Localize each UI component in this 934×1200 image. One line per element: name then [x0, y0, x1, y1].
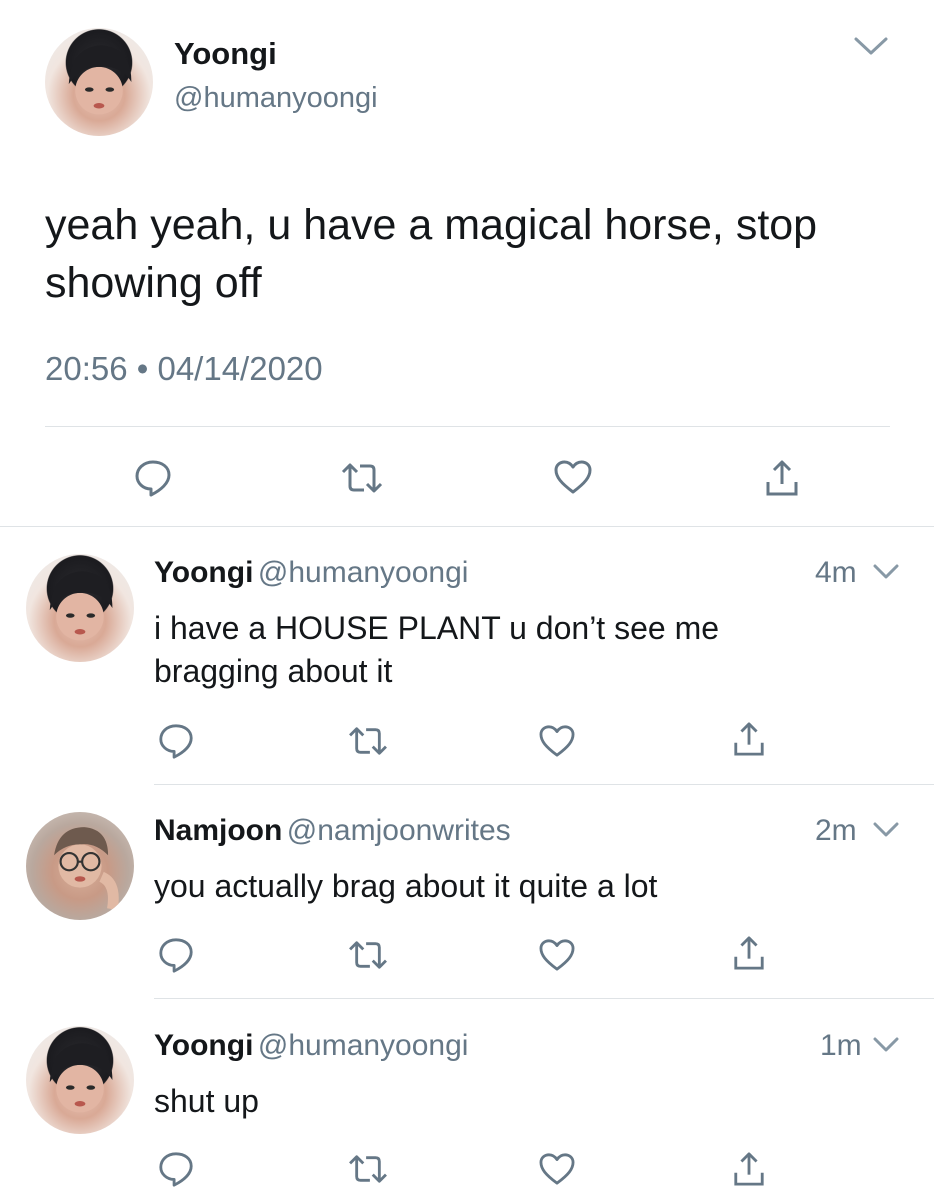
- divider: [45, 426, 890, 427]
- reply-icon[interactable]: [157, 1150, 195, 1188]
- reply-header: Yoongi @humanyoongi: [154, 556, 468, 590]
- reply-icon[interactable]: [157, 722, 195, 760]
- chevron-down-icon[interactable]: [872, 821, 900, 839]
- reply-icon[interactable]: [133, 458, 173, 498]
- divider: [154, 998, 934, 999]
- avatar[interactable]: [26, 812, 134, 920]
- divider: [0, 526, 934, 527]
- avatar[interactable]: [26, 554, 134, 662]
- avatar[interactable]: [45, 28, 153, 136]
- author-handle[interactable]: @humanyoongi: [174, 82, 378, 115]
- retweet-icon[interactable]: [347, 1152, 389, 1186]
- like-icon[interactable]: [538, 938, 576, 972]
- avatar[interactable]: [26, 1026, 134, 1134]
- reply-time: 2m: [815, 814, 857, 847]
- reply-time: 1m: [820, 1029, 862, 1062]
- tweet-timestamp: 20:56 • 04/14/2020: [45, 350, 323, 387]
- author-handle[interactable]: @namjoonwrites: [287, 814, 511, 847]
- chevron-down-icon[interactable]: [872, 563, 900, 581]
- retweet-icon[interactable]: [347, 724, 389, 758]
- like-icon[interactable]: [538, 1152, 576, 1186]
- share-icon[interactable]: [764, 458, 800, 498]
- like-icon[interactable]: [538, 724, 576, 758]
- reply-text: you actually brag about it quite a lot: [154, 868, 658, 904]
- reply-text: i have a HOUSE PLANT u don’t see me brag…: [154, 610, 720, 689]
- share-icon[interactable]: [732, 720, 766, 758]
- author-name[interactable]: Yoongi: [174, 36, 277, 72]
- chevron-down-icon[interactable]: [872, 1036, 900, 1054]
- reply-time: 4m: [815, 556, 857, 589]
- share-icon[interactable]: [732, 1150, 766, 1188]
- share-icon[interactable]: [732, 934, 766, 972]
- author-name[interactable]: Namjoon: [154, 814, 282, 847]
- tweet-text: yeah yeah, u have a magical horse, stop …: [45, 201, 818, 307]
- reply-icon[interactable]: [157, 936, 195, 974]
- divider: [154, 784, 934, 785]
- retweet-icon[interactable]: [347, 938, 389, 972]
- author-handle[interactable]: @humanyoongi: [258, 1029, 469, 1062]
- reply-text: shut up: [154, 1083, 259, 1119]
- reply-header: Yoongi @humanyoongi: [154, 1029, 468, 1063]
- reply-header: Namjoon @namjoonwrites: [154, 814, 511, 848]
- chevron-down-icon[interactable]: [853, 36, 889, 58]
- retweet-icon[interactable]: [340, 460, 384, 496]
- author-name[interactable]: Yoongi: [154, 1029, 253, 1062]
- author-handle[interactable]: @humanyoongi: [258, 556, 469, 589]
- author-name[interactable]: Yoongi: [154, 556, 253, 589]
- like-icon[interactable]: [553, 459, 593, 495]
